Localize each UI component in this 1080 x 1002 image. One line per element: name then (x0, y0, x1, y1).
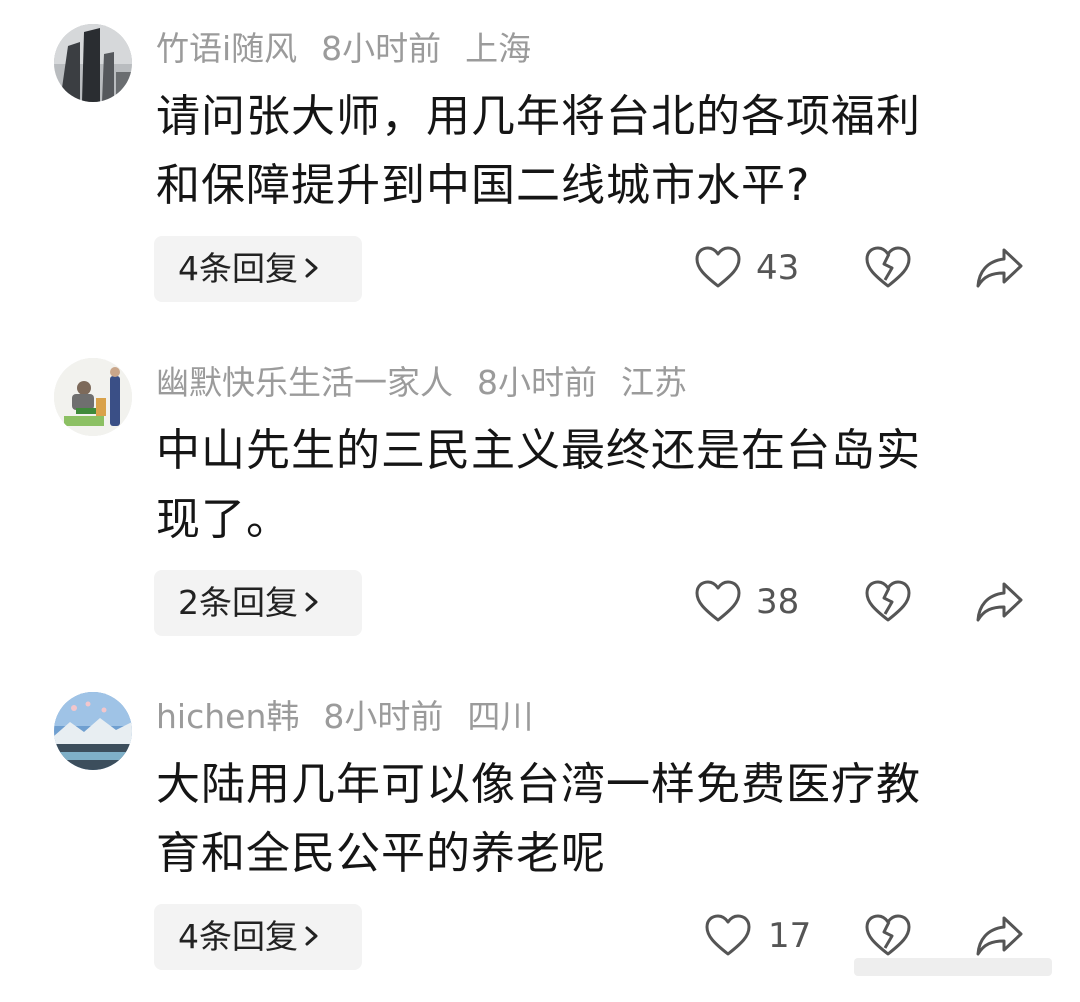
chevron-right-icon (304, 904, 320, 970)
username[interactable]: 竹语i随风 (156, 29, 297, 68)
chevron-right-icon (304, 236, 320, 302)
share-arrow-icon[interactable] (974, 912, 1024, 960)
replies-label: 2条回复 (178, 583, 298, 622)
avatar-image (54, 358, 132, 436)
timestamp: 8小时前 (321, 29, 442, 68)
comment-text-line: 和保障提升到中国二线城市水平? (156, 160, 811, 211)
heart-outline-icon[interactable] (694, 578, 742, 626)
watermark-overlay (854, 958, 1052, 976)
comment-text-line: 现了。 (156, 494, 291, 545)
share-arrow-icon[interactable] (974, 578, 1024, 626)
timestamp: 8小时前 (323, 697, 444, 736)
comment-meta: 竹语i随风 8小时前 上海 (156, 26, 555, 72)
comment-text-line: 大陆用几年可以像台湾一样免费医疗教 (156, 759, 921, 810)
username[interactable]: 幽默快乐生活一家人 (156, 363, 453, 402)
share-arrow-icon[interactable] (974, 244, 1024, 292)
avatar[interactable] (54, 24, 132, 102)
view-replies-button[interactable]: 4条回复 (154, 236, 362, 302)
like-count: 38 (756, 582, 800, 622)
comment-text-line: 请问张大师，用几年将台北的各项福利 (156, 91, 921, 142)
view-replies-button[interactable]: 2条回复 (154, 570, 362, 636)
replies-label: 4条回复 (178, 249, 298, 288)
location: 上海 (465, 29, 532, 68)
broken-heart-icon[interactable] (864, 244, 912, 292)
like-count: 43 (756, 248, 800, 288)
username[interactable]: hichen韩 (156, 697, 299, 736)
avatar-image (54, 24, 132, 102)
comment-item: 幽默快乐生活一家人 8小时前 江苏 中山先生的三民主义最终还是在台岛实 现了。 2条… (0, 334, 1080, 668)
comment-item: 竹语i随风 8小时前 上海 请问张大师，用几年将台北的各项福利 和保障提升到中国二线… (0, 0, 1080, 334)
chevron-right-icon (304, 570, 320, 636)
broken-heart-icon[interactable] (864, 578, 912, 626)
location: 四川 (467, 697, 534, 736)
replies-label: 4条回复 (178, 917, 298, 956)
heart-outline-icon[interactable] (704, 912, 752, 960)
avatar[interactable] (54, 692, 132, 770)
comment-meta: 幽默快乐生活一家人 8小时前 江苏 (156, 360, 711, 406)
broken-heart-icon[interactable] (864, 912, 912, 960)
view-replies-button[interactable]: 4条回复 (154, 904, 362, 970)
avatar-image (54, 692, 132, 770)
comment-item: hichen韩 8小时前 四川 大陆用几年可以像台湾一样免费医疗教 育和全民公平的养… (0, 668, 1080, 1002)
comment-text-line: 育和全民公平的养老呢 (156, 828, 606, 879)
comment-text: 请问张大师，用几年将台北的各项福利 和保障提升到中国二线城市水平? (156, 82, 1036, 220)
comment-text: 中山先生的三民主义最终还是在台岛实 现了。 (156, 416, 1036, 554)
like-count: 17 (768, 916, 812, 956)
location: 江苏 (621, 363, 687, 402)
heart-outline-icon[interactable] (694, 244, 742, 292)
timestamp: 8小时前 (477, 363, 597, 402)
comment-text: 大陆用几年可以像台湾一样免费医疗教 育和全民公平的养老呢 (156, 750, 1036, 888)
comment-text-line: 中山先生的三民主义最终还是在台岛实 (156, 425, 921, 476)
comment-meta: hichen韩 8小时前 四川 (156, 694, 557, 740)
avatar[interactable] (54, 358, 132, 436)
